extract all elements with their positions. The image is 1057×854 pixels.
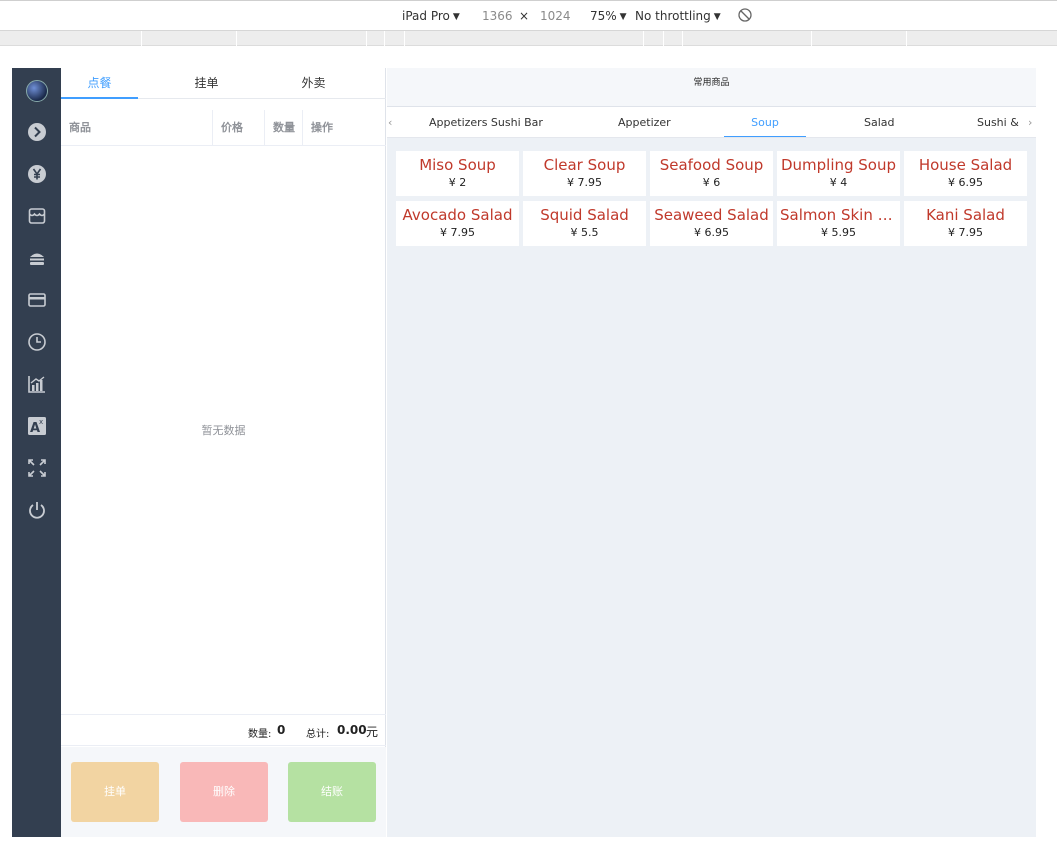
product-price: ¥ 6.95 [694, 226, 729, 239]
product-name: Kani Salad [926, 206, 1005, 224]
empty-text: 暂无数据 [201, 424, 246, 437]
tab-appetizer[interactable]: Appetizer [618, 107, 671, 137]
tab-salad[interactable]: Salad [864, 107, 895, 137]
product-name: Seafood Soup [659, 156, 764, 174]
height-input[interactable]: 1024 [540, 9, 571, 23]
column-header-item: 商品 [61, 110, 213, 146]
product-name: Salmon Skin S... [780, 206, 900, 224]
power-icon[interactable] [27, 500, 47, 520]
clock-icon[interactable] [27, 332, 47, 352]
product-name: Clear Soup [543, 156, 626, 174]
width-input[interactable]: 1366 [482, 9, 513, 23]
checkout-button[interactable]: 结账 [288, 762, 376, 822]
qty-value: 0 [277, 723, 286, 737]
product-name: House Salad [918, 156, 1013, 174]
tab-soup[interactable]: Soup [724, 107, 806, 137]
product-card[interactable]: House Salad ¥ 6.95 [904, 151, 1027, 196]
products-panel: 常用商品 Appetizers Sushi Bar Appetizer Soup… [387, 68, 1036, 837]
tab-appetizers-sushi-bar[interactable]: Appetizers Sushi Bar [429, 107, 543, 137]
times-label: × [519, 9, 530, 23]
category-tabs: Appetizers Sushi Bar Appetizer Soup Sala… [387, 107, 1036, 138]
chart-icon[interactable] [27, 374, 47, 394]
media-query-ruler [0, 31, 1057, 46]
product-name: Dumpling Soup [780, 156, 897, 174]
product-card[interactable]: Miso Soup ¥ 2 [396, 151, 519, 196]
rotate-icon[interactable] [737, 7, 753, 26]
column-header-price: 价格 [213, 110, 265, 146]
hang-button[interactable]: 挂单 [71, 762, 159, 822]
sidebar: Ax [12, 68, 61, 837]
tab-order[interactable]: 点餐 [61, 68, 138, 99]
column-header-action: 操作 [311, 121, 333, 134]
pos-app: Ax 点餐 挂单 外卖 商品 价格 数量 操作 暂无数据 数量: 0 总计: 0… [12, 68, 1036, 837]
order-actions: 挂单 删除 结账 [61, 747, 386, 837]
qty-label: 数量: [248, 729, 272, 740]
product-name: Squid Salad [540, 206, 629, 224]
product-price: ¥ 7.95 [440, 226, 475, 239]
tab-takeout[interactable]: 外卖 [275, 68, 352, 99]
translate-icon[interactable]: Ax [27, 416, 47, 436]
product-price: ¥ 5.5 [570, 226, 599, 239]
tab-sushi[interactable]: Sushi & S [977, 107, 1023, 137]
zoom-select[interactable]: 75% ▼ [590, 9, 627, 23]
burger-icon[interactable] [27, 248, 47, 268]
product-card[interactable]: Salmon Skin S... ¥ 5.95 [777, 201, 900, 246]
product-card[interactable]: Dumpling Soup ¥ 4 [777, 151, 900, 196]
throttling-label: No throttling [635, 9, 711, 23]
product-card[interactable]: Seafood Soup ¥ 6 [650, 151, 773, 196]
delete-button[interactable]: 删除 [180, 762, 268, 822]
product-card[interactable]: Clear Soup ¥ 7.95 [523, 151, 646, 196]
chevron-right-icon[interactable]: › [1025, 107, 1036, 137]
products-header: 常用商品 [387, 68, 1036, 107]
product-price: ¥ 4 [829, 176, 848, 189]
product-price: ¥ 6.95 [948, 176, 983, 189]
product-price: ¥ 2 [448, 176, 467, 189]
card-icon[interactable] [27, 290, 47, 310]
product-name: Miso Soup [419, 156, 496, 174]
chevron-down-icon: ▼ [713, 12, 721, 22]
chevron-down-icon: ▼ [452, 12, 460, 22]
throttling-select[interactable]: No throttling ▼ [635, 9, 721, 23]
product-price: ¥ 6 [702, 176, 721, 189]
product-price: ¥ 7.95 [948, 226, 983, 239]
order-totals: 数量: 0 总计: 0.00 元 [61, 714, 386, 746]
svg-text:x: x [39, 418, 43, 426]
product-name: Avocado Salad [402, 206, 513, 224]
chevron-down-icon: ▼ [619, 12, 627, 22]
store-icon[interactable] [27, 206, 47, 226]
order-tabs: 点餐 挂单 外卖 [61, 68, 386, 99]
product-card[interactable]: Avocado Salad ¥ 7.95 [396, 201, 519, 246]
order-table-header: 商品 价格 数量 操作 [61, 110, 386, 146]
tab-hang[interactable]: 挂单 [168, 68, 245, 99]
total-value: 0.00 [337, 723, 367, 737]
product-card[interactable]: Kani Salad ¥ 7.95 [904, 201, 1027, 246]
product-card[interactable]: Seaweed Salad ¥ 6.95 [650, 201, 773, 246]
zoom-label: 75% [590, 9, 617, 23]
total-label: 总计: [306, 729, 330, 740]
column-header-qty: 数量 [265, 110, 303, 146]
product-price: ¥ 5.95 [821, 226, 856, 239]
device-label: iPad Pro [402, 9, 450, 23]
chevron-left-icon[interactable]: ‹ [387, 107, 397, 137]
devtools-toolbar: iPad Pro ▼ 1366 × 1024 75% ▼ No throttling… [0, 0, 1057, 31]
currency-unit: 元 [366, 725, 379, 739]
avatar[interactable] [26, 80, 48, 102]
fullscreen-icon[interactable] [27, 458, 47, 478]
yen-icon[interactable] [27, 164, 47, 184]
product-price: ¥ 7.95 [567, 176, 602, 189]
order-panel: 点餐 挂单 外卖 商品 价格 数量 操作 暂无数据 数量: 0 总计: 0.00… [61, 68, 386, 837]
product-name: Seaweed Salad [654, 206, 769, 224]
product-card[interactable]: Squid Salad ¥ 5.5 [523, 201, 646, 246]
device-select[interactable]: iPad Pro ▼ [402, 9, 460, 23]
arrow-right-icon[interactable] [27, 122, 47, 142]
